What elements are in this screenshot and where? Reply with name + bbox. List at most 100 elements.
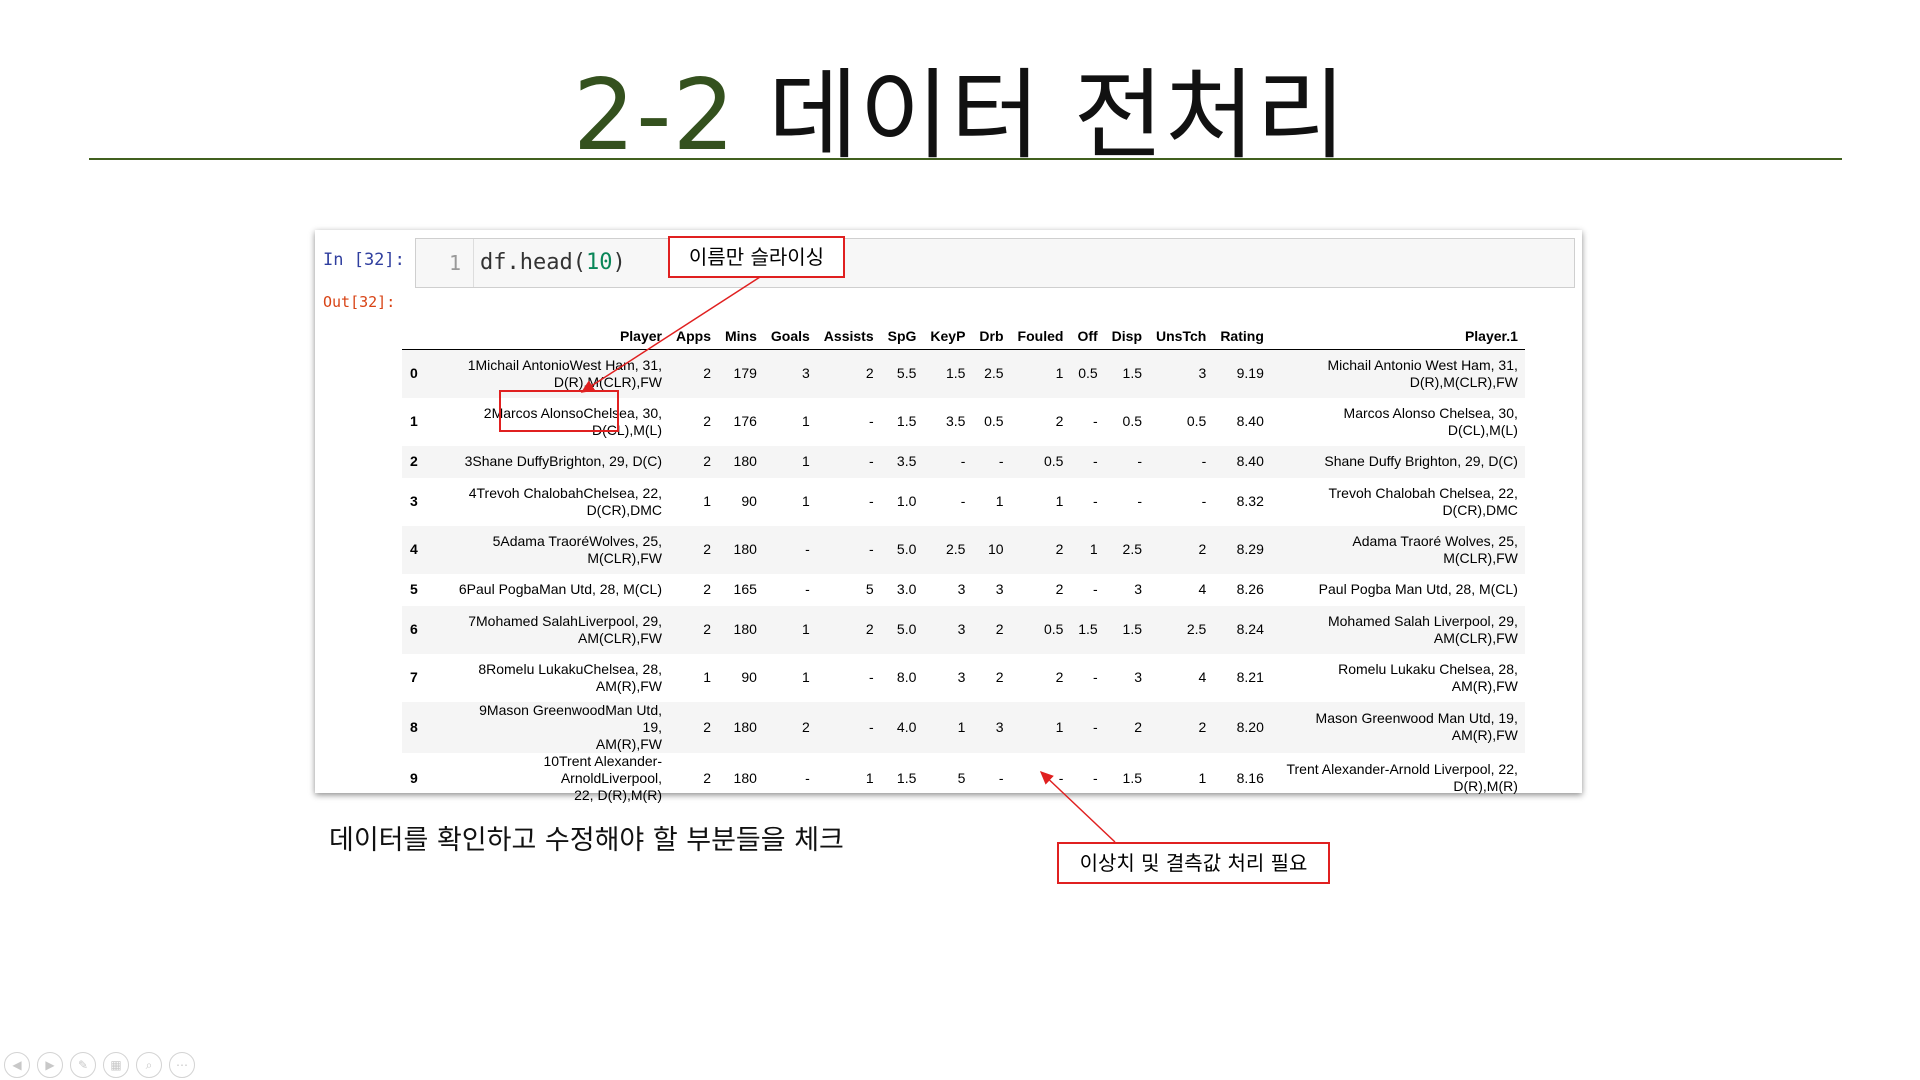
player-line: 6Paul PogbaMan Utd, 28, M(CL) <box>458 581 662 597</box>
table-cell: 2 <box>1055 413 1064 429</box>
table-cell: - <box>998 453 1004 469</box>
table-cell: 1.5 <box>945 365 966 382</box>
table-cell: 1.5 <box>1122 769 1142 786</box>
table-cell: 1 <box>995 493 1004 509</box>
slide-caption: 데이터를 확인하고 수정해야 할 부분들을 체크 <box>329 825 844 856</box>
table-cell: 0 <box>410 365 418 382</box>
player-line: 8Romelu LukakuChelsea, 28, <box>478 660 662 677</box>
player1-line: AM(CLR),FW <box>1433 629 1518 646</box>
player1-line: Michail Antonio West Ham, 31, <box>1327 356 1518 373</box>
table-cell: 3.0 <box>896 581 917 597</box>
table-cell: - <box>1137 453 1142 469</box>
slides-icon[interactable]: ▦ <box>103 1052 129 1078</box>
table-cell: 8.32 <box>1236 493 1264 509</box>
player1-line: Shane Duffy Brighton, 29, D(C) <box>1324 453 1518 469</box>
table-cell: 2.5 <box>984 365 1004 382</box>
table-cell: 9.19 <box>1236 365 1264 382</box>
player-line: D(R),M(CLR),FW <box>553 373 662 390</box>
table-cell: 2 <box>1198 541 1207 557</box>
col-header: Off <box>1077 328 1098 344</box>
table-cell: 8.16 <box>1236 769 1264 786</box>
table-cell: Adama Traoré Wolves, 25, M(CLR),FW <box>1271 526 1525 574</box>
player1-line: Trevoh Chalobah Chelsea, 22, <box>1328 484 1518 501</box>
table-cell: 9 <box>410 769 418 786</box>
table-cell: Trevoh Chalobah Chelsea, 22, D(CR),DMC <box>1271 478 1525 526</box>
table-cell: 1.5 <box>1122 621 1142 637</box>
outlier-callout: 이상치 및 결측값 처리 필요 <box>1057 842 1330 884</box>
table-cell: 2 <box>703 581 711 597</box>
col-header: Mins <box>725 328 757 344</box>
player-line: 7Mohamed SalahLiverpool, 29, <box>468 612 662 629</box>
table-cell: - <box>1092 581 1098 597</box>
player-line: AM(CLR),FW <box>578 629 662 646</box>
table-row: 9 10Trent Alexander-ArnoldLiverpool, 22, D… <box>402 753 1525 804</box>
pen-icon[interactable]: ✎ <box>70 1052 96 1078</box>
player-line: D(CR),DMC <box>586 501 662 518</box>
table-cell: - <box>805 541 810 557</box>
col-header: Drb <box>979 328 1004 344</box>
table-cell: 6Paul PogbaMan Utd, 28, M(CL) <box>450 574 669 606</box>
title-text: 데이터 전처리 <box>768 59 1348 173</box>
table-cell: 1 <box>802 493 810 509</box>
table-cell: 1 <box>865 769 874 786</box>
table-cell: 3Shane DuffyBrighton, 29, D(C) <box>450 446 669 478</box>
table-cell: 180 <box>733 718 757 735</box>
slide-title: 2-2 데이터 전처리 <box>0 36 1920 178</box>
player1-line: D(CR),DMC <box>1442 501 1518 518</box>
line-number: 1 <box>416 239 474 287</box>
table-cell: - <box>1092 493 1098 509</box>
table-cell: - <box>1201 453 1207 469</box>
table-cell: 4.0 <box>896 718 917 735</box>
table-cell: 2 <box>703 621 711 637</box>
table-cell: 3 <box>995 718 1004 735</box>
table-cell: 2 <box>703 365 711 382</box>
presentation-toolbar: ◀ ▶ ✎ ▦ ⌕ ⋯ <box>4 1052 195 1078</box>
table-cell: 0.5 <box>1078 365 1098 382</box>
table-cell: 3 <box>957 669 966 685</box>
player1-line: Mohamed Salah Liverpool, 29, <box>1327 612 1518 629</box>
table-cell: 180 <box>733 453 757 469</box>
table-cell: 8.0 <box>896 669 917 685</box>
col-header: Player <box>619 328 662 344</box>
table-cell: 8.20 <box>1236 718 1264 735</box>
table-cell: 0.5 <box>1122 413 1142 429</box>
col-header: SpG <box>887 328 917 344</box>
code-text: df.head(10) <box>480 239 626 287</box>
table-cell: 180 <box>733 769 757 786</box>
next-icon[interactable]: ▶ <box>37 1052 63 1078</box>
table-cell: 179 <box>733 365 757 382</box>
player1-line: Romelu Lukaku Chelsea, 28, <box>1338 660 1518 677</box>
table-cell: 10Trent Alexander-ArnoldLiverpool, 22, D(… <box>450 753 669 804</box>
more-icon[interactable]: ⋯ <box>169 1052 195 1078</box>
table-cell: 1 <box>802 453 810 469</box>
table-cell: Marcos Alonso Chelsea, 30, D(CL),M(L) <box>1271 398 1525 446</box>
code-arg: 10 <box>585 250 613 275</box>
table-cell: Shane Duffy Brighton, 29, D(C) <box>1271 446 1525 478</box>
player-line: 5Adama TraoréWolves, 25, <box>492 532 662 549</box>
table-cell: - <box>868 669 874 685</box>
table-cell: 180 <box>733 621 757 637</box>
table-cell: 2 <box>1198 718 1207 735</box>
col-header: Assists <box>823 328 874 344</box>
player-line: 3Shane DuffyBrighton, 29, D(C) <box>464 453 662 469</box>
player-line: AM(R),FW <box>595 677 662 694</box>
col-header <box>402 313 450 350</box>
table-cell: 8.24 <box>1236 621 1264 637</box>
table-cell: 3 <box>957 581 966 597</box>
code-input[interactable]: 1 df.head(10) <box>415 238 1575 288</box>
table-cell: 5 <box>957 769 966 786</box>
col-header: Fouled <box>1017 328 1064 344</box>
player-line: 1Michail AntonioWest Ham, 31, <box>467 356 662 373</box>
table-cell: 4 <box>1198 581 1207 597</box>
table-cell: 2 <box>1055 669 1064 685</box>
table-cell: - <box>960 493 966 509</box>
table-cell: 90 <box>741 669 757 685</box>
table-cell: 9Mason GreenwoodMan Utd, 19, AM(R),FW <box>450 702 669 753</box>
table-cell: 4 <box>410 541 418 557</box>
table-cell: 165 <box>733 581 757 597</box>
table-cell: 8.40 <box>1236 453 1264 469</box>
prev-icon[interactable]: ◀ <box>4 1052 30 1078</box>
table-row: 3 4Trevoh ChalobahChelsea, 22, D(CR),DMC 1 9… <box>402 478 1525 526</box>
zoom-icon[interactable]: ⌕ <box>136 1052 162 1078</box>
col-header: Disp <box>1111 328 1142 344</box>
